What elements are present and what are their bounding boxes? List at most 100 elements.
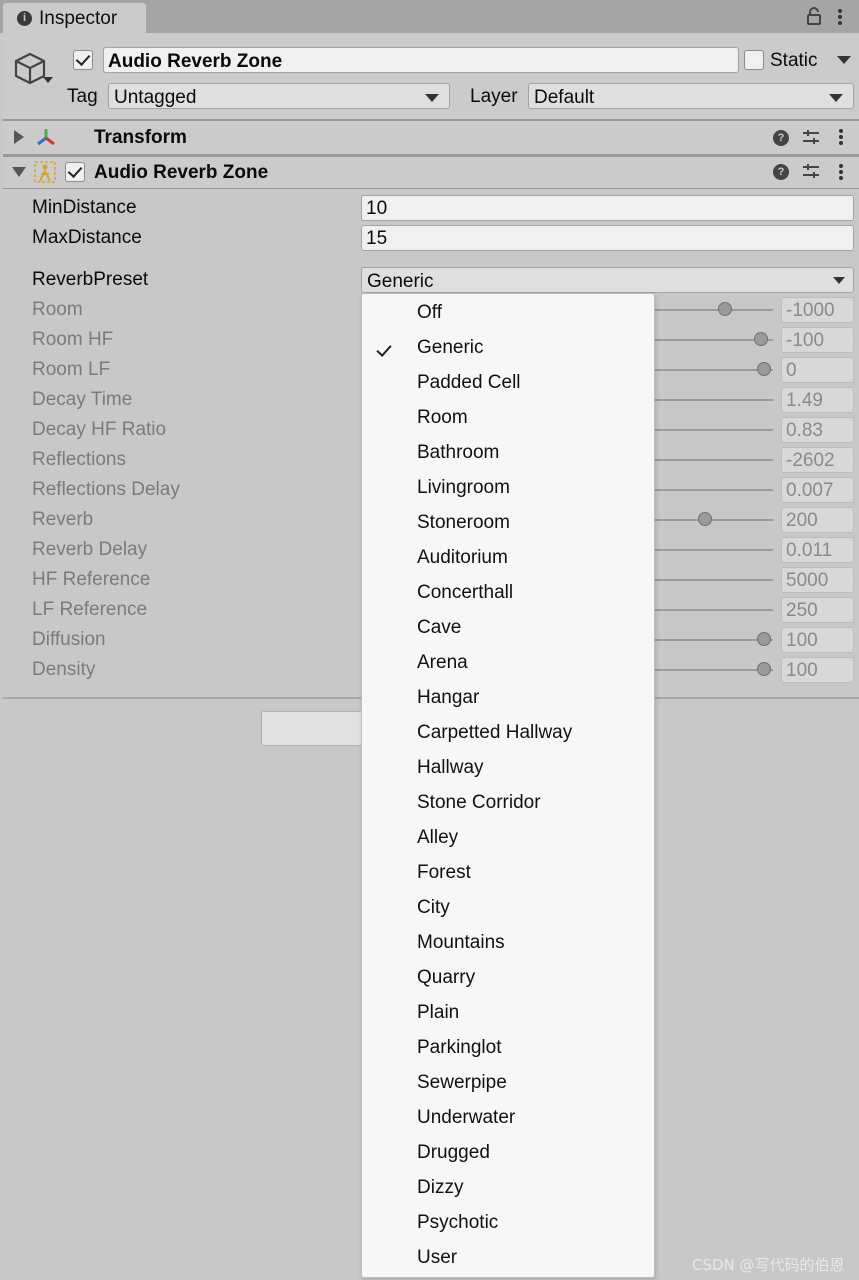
menu-item-off[interactable]: Off bbox=[417, 302, 442, 332]
reverb-delay-label: Reverb Delay bbox=[32, 539, 148, 560]
menu-item-parkinglot[interactable]: Parkinglot bbox=[417, 1037, 502, 1067]
transform-icon bbox=[37, 129, 55, 146]
room-hf-field: -100 bbox=[781, 327, 854, 353]
room-slider-thumb bbox=[718, 302, 732, 316]
menu-item-arena[interactable]: Arena bbox=[417, 652, 468, 682]
max-distance-field[interactable]: 15 bbox=[361, 225, 854, 251]
tag-value: Untagged bbox=[114, 87, 197, 108]
reflections-delay-field: 0.007 bbox=[781, 477, 854, 503]
min-distance-field[interactable]: 10 bbox=[361, 195, 854, 221]
menu-item-carpetted-hallway[interactable]: Carpetted Hallway bbox=[417, 722, 572, 752]
room-label: Room bbox=[32, 299, 83, 320]
diffusion-slider-track bbox=[655, 639, 773, 641]
menu-item-sewerpipe[interactable]: Sewerpipe bbox=[417, 1072, 507, 1102]
tab-title: Inspector bbox=[39, 8, 118, 29]
decay-time-label: Decay Time bbox=[32, 389, 133, 410]
menu-item-underwater[interactable]: Underwater bbox=[417, 1107, 515, 1137]
menu-item-alley[interactable]: Alley bbox=[417, 827, 458, 857]
density-label: Density bbox=[32, 659, 96, 680]
layer-dropdown[interactable]: Default bbox=[528, 83, 854, 109]
reflections-delay-slider-track bbox=[655, 489, 773, 491]
transform-title: Transform bbox=[94, 127, 187, 148]
static-checkbox[interactable] bbox=[744, 50, 764, 70]
menu-item-mountains[interactable]: Mountains bbox=[417, 932, 505, 962]
menu-item-padded-cell[interactable]: Padded Cell bbox=[417, 372, 521, 402]
lf-reference-field: 250 bbox=[781, 597, 854, 623]
watermark: CSDN @写代码的伯恩 bbox=[692, 1256, 845, 1274]
chevron-down-icon bbox=[425, 94, 439, 102]
menu-item-concerthall[interactable]: Concerthall bbox=[417, 582, 513, 612]
room-lf-label: Room LF bbox=[32, 359, 111, 380]
diffusion-label: Diffusion bbox=[32, 629, 106, 650]
decay-hf-ratio-slider-track bbox=[655, 429, 773, 431]
static-dropdown-caret-icon[interactable] bbox=[837, 56, 851, 64]
density-slider-track bbox=[655, 669, 773, 671]
layer-label: Layer bbox=[470, 86, 518, 107]
reflections-label: Reflections bbox=[32, 449, 126, 470]
room-lf-field: 0 bbox=[781, 357, 854, 383]
menu-item-drugged[interactable]: Drugged bbox=[417, 1142, 490, 1172]
menu-item-quarry[interactable]: Quarry bbox=[417, 967, 475, 997]
menu-item-auditorium[interactable]: Auditorium bbox=[417, 547, 508, 577]
menu-item-plain[interactable]: Plain bbox=[417, 1002, 459, 1032]
presets-icon[interactable] bbox=[802, 129, 820, 145]
menu-item-bathroom[interactable]: Bathroom bbox=[417, 442, 499, 472]
menu-item-room[interactable]: Room bbox=[417, 407, 468, 437]
menu-item-dizzy[interactable]: Dizzy bbox=[417, 1177, 463, 1207]
menu-item-cave[interactable]: Cave bbox=[417, 617, 461, 647]
hf-reference-field: 5000 bbox=[781, 567, 854, 593]
menu-item-hangar[interactable]: Hangar bbox=[417, 687, 479, 717]
more-options-icon[interactable] bbox=[836, 7, 844, 27]
reverb-delay-slider-track bbox=[655, 549, 773, 551]
active-checkbox[interactable] bbox=[73, 50, 93, 70]
menu-item-forest[interactable]: Forest bbox=[417, 862, 471, 892]
reverb-preset-label: ReverbPreset bbox=[32, 269, 149, 290]
decay-hf-ratio-label: Decay HF Ratio bbox=[32, 419, 167, 440]
menu-item-stoneroom[interactable]: Stoneroom bbox=[417, 512, 510, 542]
diffusion-slider-thumb bbox=[757, 632, 771, 646]
lf-reference-slider-track bbox=[655, 609, 773, 611]
room-slider-track bbox=[655, 309, 773, 311]
hf-reference-label: HF Reference bbox=[32, 569, 151, 590]
icon-dropdown-caret-icon[interactable] bbox=[43, 77, 53, 83]
menu-item-livingroom[interactable]: Livingroom bbox=[417, 477, 510, 507]
reverb-label: Reverb bbox=[32, 509, 94, 530]
density-field: 100 bbox=[781, 657, 854, 683]
reflections-field: -2602 bbox=[781, 447, 854, 473]
room-lf-slider-thumb bbox=[757, 362, 771, 376]
add-component-button[interactable] bbox=[261, 711, 371, 746]
reflections-delay-label: Reflections Delay bbox=[32, 479, 180, 500]
foldout-open-icon[interactable] bbox=[12, 167, 26, 177]
lock-icon[interactable] bbox=[806, 7, 822, 25]
room-hf-slider-thumb bbox=[754, 332, 768, 346]
decay-time-slider-track bbox=[655, 399, 773, 401]
density-slider-thumb bbox=[757, 662, 771, 676]
menu-item-user[interactable]: User bbox=[417, 1247, 457, 1277]
info-icon: i bbox=[17, 11, 32, 26]
help-icon[interactable]: ? bbox=[773, 130, 789, 146]
menu-item-city[interactable]: City bbox=[417, 897, 450, 927]
more-options-icon[interactable] bbox=[838, 128, 844, 146]
layer-value: Default bbox=[534, 87, 595, 108]
help-icon[interactable]: ? bbox=[773, 164, 789, 180]
reverb-slider-thumb bbox=[698, 512, 712, 526]
presets-icon[interactable] bbox=[802, 163, 820, 179]
component-enabled-checkbox[interactable] bbox=[65, 162, 85, 182]
menu-item-psychotic[interactable]: Psychotic bbox=[417, 1212, 498, 1242]
foldout-closed-icon[interactable] bbox=[14, 130, 24, 144]
object-name-field[interactable]: Audio Reverb Zone bbox=[103, 47, 739, 73]
hf-reference-slider-track bbox=[655, 579, 773, 581]
more-options-icon[interactable] bbox=[838, 163, 844, 181]
tag-dropdown[interactable]: Untagged bbox=[108, 83, 450, 109]
menu-item-hallway[interactable]: Hallway bbox=[417, 757, 484, 787]
chevron-down-icon bbox=[833, 277, 845, 284]
room-lf-slider-track bbox=[655, 369, 773, 371]
lf-reference-label: LF Reference bbox=[32, 599, 148, 620]
reverb-preset-dropdown[interactable]: Generic bbox=[361, 267, 854, 293]
menu-item-stone-corridor[interactable]: Stone Corridor bbox=[417, 792, 541, 822]
menu-item-generic[interactable]: Generic bbox=[417, 337, 484, 367]
reverb-field: 200 bbox=[781, 507, 854, 533]
reflections-slider-track bbox=[655, 459, 773, 461]
audio-reverb-zone-icon bbox=[34, 161, 56, 183]
chevron-down-icon bbox=[829, 94, 843, 102]
